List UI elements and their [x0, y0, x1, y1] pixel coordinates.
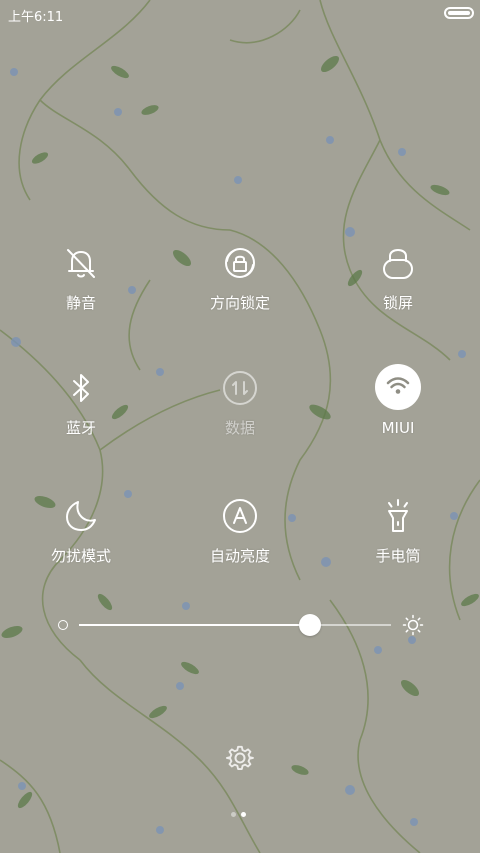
do-not-disturb-label: 勿扰模式 [50, 547, 111, 565]
mobile-data-icon [220, 368, 260, 408]
brightness-track-filled [79, 624, 310, 626]
flashlight-icon [378, 496, 418, 536]
lock-screen-label: 锁屏 [382, 294, 413, 312]
brightness-thumb[interactable] [298, 614, 321, 636]
do-not-disturb-toggle[interactable]: 勿扰模式 [21, 496, 141, 586]
mobile-data-toggle[interactable]: 数据 [180, 368, 300, 458]
brightness-track[interactable] [79, 624, 391, 626]
rotation-lock-toggle[interactable]: 方向锁定 [180, 243, 300, 333]
settings-button[interactable] [226, 744, 254, 772]
bluetooth-toggle[interactable]: 蓝牙 [21, 368, 141, 458]
auto-brightness-toggle[interactable]: 自动亮度 [180, 496, 300, 586]
bluetooth-icon [61, 368, 101, 408]
mute-label: 静音 [65, 294, 96, 312]
brightness-high-icon [402, 614, 424, 636]
wifi-icon [375, 364, 421, 410]
brightness-low-icon [58, 620, 68, 630]
status-time: 上午6:11 [8, 10, 64, 25]
wifi-toggle[interactable]: MIUI [338, 364, 458, 454]
bluetooth-label: 蓝牙 [65, 419, 96, 437]
battery-icon [444, 7, 474, 19]
bell-off-icon [61, 243, 101, 283]
page-indicator [231, 812, 251, 818]
rotation-lock-icon [220, 243, 260, 283]
status-bar: 上午6:11 [0, 0, 480, 28]
auto-brightness-icon [220, 496, 260, 536]
lock-icon [378, 243, 418, 283]
auto-brightness-label: 自动亮度 [209, 547, 270, 565]
flashlight-toggle[interactable]: 手电筒 [338, 496, 458, 586]
lock-screen-toggle[interactable]: 锁屏 [338, 243, 458, 333]
mobile-data-label: 数据 [224, 419, 255, 437]
rotation-lock-label: 方向锁定 [209, 294, 270, 312]
mute-toggle[interactable]: 静音 [21, 243, 141, 333]
wifi-label: MIUI [381, 419, 415, 437]
page-dot [241, 812, 246, 817]
flashlight-label: 手电筒 [375, 547, 421, 565]
page-dot [231, 812, 236, 817]
gear-icon [226, 745, 254, 771]
brightness-slider[interactable] [55, 612, 425, 638]
moon-icon [61, 496, 101, 536]
